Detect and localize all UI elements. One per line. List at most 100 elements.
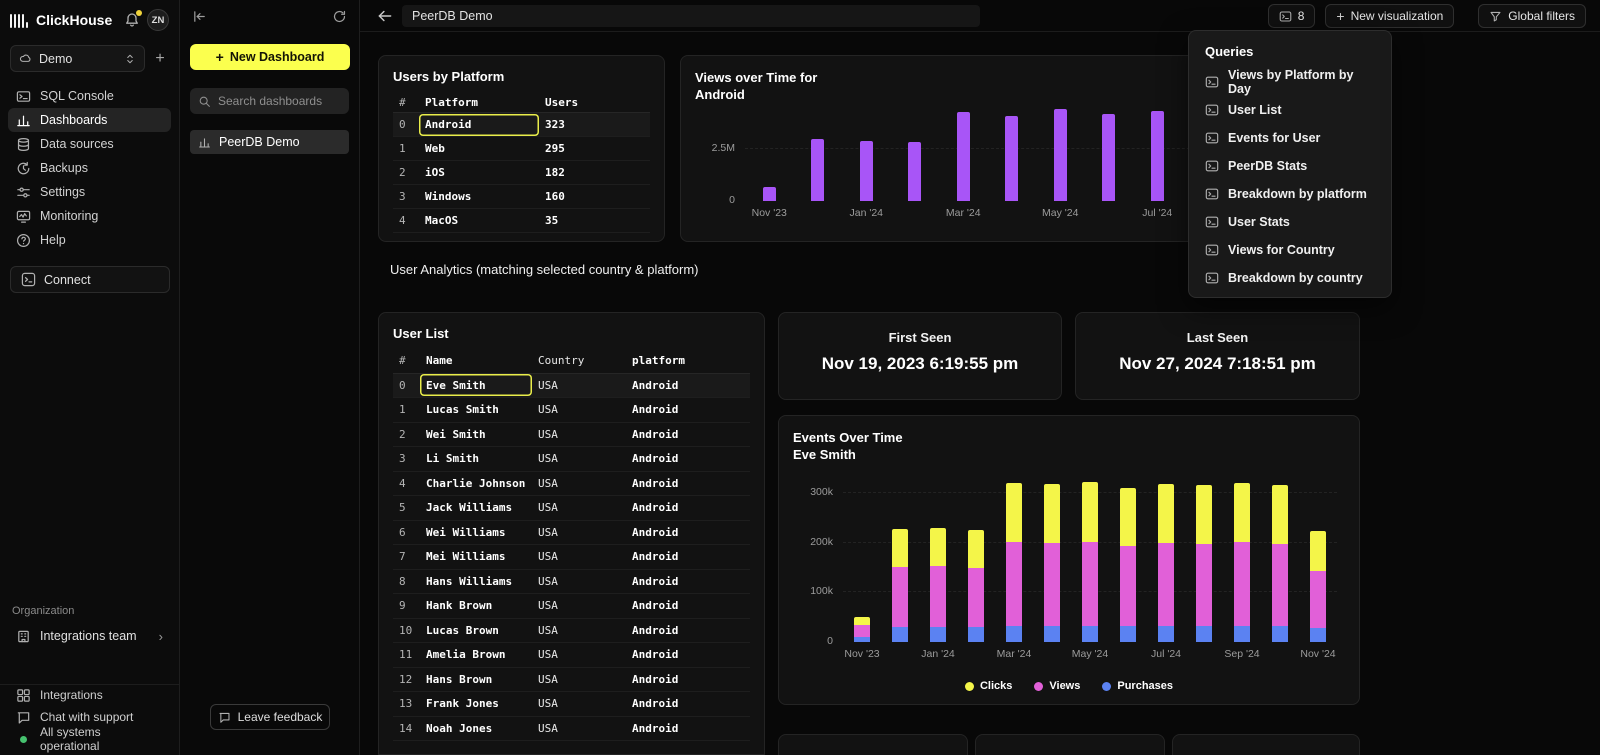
table-cell[interactable]: 182	[539, 166, 650, 179]
table-cell[interactable]: USA	[532, 599, 626, 612]
table-cell[interactable]: Android	[626, 624, 750, 637]
table-cell[interactable]: 13	[393, 697, 420, 710]
table-cell[interactable]: Android	[626, 526, 750, 539]
table-cell[interactable]: Windows	[419, 190, 539, 203]
table-cell[interactable]: 3	[393, 452, 420, 465]
chart-bar[interactable]	[957, 112, 970, 201]
leave-feedback-button[interactable]: Leave feedback	[210, 704, 330, 730]
queries-menu-item-peerdb-stats[interactable]: PeerDB Stats	[1189, 152, 1391, 180]
chart-bar[interactable]	[763, 187, 776, 201]
notifications-bell-icon[interactable]	[124, 12, 141, 29]
column-header[interactable]: platform	[626, 354, 750, 367]
table-row[interactable]: 12Hans BrownUSAAndroid	[393, 668, 750, 693]
chart-bar[interactable]	[1005, 116, 1018, 201]
table-cell[interactable]: Hans Williams	[420, 575, 532, 588]
legend-item-purchases[interactable]: Purchases	[1102, 680, 1173, 692]
chart-bar[interactable]	[1196, 468, 1212, 642]
table-cell[interactable]: 4	[393, 477, 420, 490]
table-cell[interactable]: Charlie Johnson	[420, 477, 532, 490]
avatar[interactable]: ZN	[147, 9, 169, 31]
sidebar-item-help[interactable]: Help	[8, 228, 171, 252]
service-selector[interactable]: Demo	[10, 45, 145, 72]
table-cell[interactable]: Android	[626, 428, 750, 441]
table-row[interactable]: 4MacOS35	[393, 209, 650, 233]
sidebar-footer-all-systems-operational[interactable]: All systems operational	[8, 728, 171, 750]
table-cell[interactable]: 8	[393, 575, 420, 588]
chart-bar[interactable]	[860, 141, 873, 201]
legend-item-views[interactable]: Views	[1034, 680, 1080, 692]
queries-menu-item-breakdown-by-country[interactable]: Breakdown by country	[1189, 264, 1391, 292]
table-row[interactable]: 14Noah JonesUSAAndroid	[393, 717, 750, 742]
chart-bar[interactable]	[854, 468, 870, 642]
sidebar-item-dashboards[interactable]: Dashboards	[8, 108, 171, 132]
table-cell[interactable]: USA	[532, 379, 626, 392]
table-cell[interactable]: USA	[532, 550, 626, 563]
table-cell[interactable]: USA	[532, 697, 626, 710]
sidebar-item-data-sources[interactable]: Data sources	[8, 132, 171, 156]
table-cell[interactable]: 160	[539, 190, 650, 203]
table-cell[interactable]: USA	[532, 477, 626, 490]
table-cell[interactable]: Android	[419, 114, 539, 136]
table-cell[interactable]: Android	[626, 550, 750, 563]
table-cell[interactable]: 295	[539, 142, 650, 155]
dashboard-title-input[interactable]: PeerDB Demo	[402, 5, 980, 27]
legend-item-clicks[interactable]: Clicks	[965, 680, 1012, 692]
table-cell[interactable]: 323	[539, 118, 650, 131]
chart-bar[interactable]	[1310, 468, 1326, 642]
table-row[interactable]: 7Mei WilliamsUSAAndroid	[393, 545, 750, 570]
sidebar-item-monitoring[interactable]: Monitoring	[8, 204, 171, 228]
queries-menu-item-views-for-country[interactable]: Views for Country	[1189, 236, 1391, 264]
table-cell[interactable]: MacOS	[419, 214, 539, 227]
sidebar-item-backups[interactable]: Backups	[8, 156, 171, 180]
table-cell[interactable]: Wei Smith	[420, 428, 532, 441]
collapse-sidebar-icon[interactable]	[192, 9, 207, 24]
table-cell[interactable]: USA	[532, 575, 626, 588]
table-cell[interactable]: Android	[626, 501, 750, 514]
sidebar-footer-integrations[interactable]: Integrations	[8, 684, 171, 706]
chart-bar[interactable]	[1006, 468, 1022, 642]
table-cell[interactable]: Android	[626, 452, 750, 465]
table-row[interactable]: 3Windows160	[393, 185, 650, 209]
table-cell[interactable]: 1	[393, 142, 419, 155]
table-cell[interactable]: Eve Smith	[420, 374, 532, 396]
chart-bar[interactable]	[930, 468, 946, 642]
table-cell[interactable]: Hans Brown	[420, 673, 532, 686]
dashboards-search[interactable]	[190, 88, 349, 114]
partial-card[interactable]	[975, 734, 1165, 755]
table-cell[interactable]: 6	[393, 526, 420, 539]
column-header[interactable]: Platform	[419, 96, 539, 109]
table-row[interactable]: 0Android323	[393, 113, 650, 137]
queries-menu-item-user-list[interactable]: User List	[1189, 96, 1391, 124]
table-cell[interactable]: Android	[626, 673, 750, 686]
queries-menu-item-user-stats[interactable]: User Stats	[1189, 208, 1391, 236]
table-cell[interactable]: USA	[532, 452, 626, 465]
column-header[interactable]: Country	[532, 354, 626, 367]
table-row[interactable]: 8Hans WilliamsUSAAndroid	[393, 570, 750, 595]
table-cell[interactable]: 10	[393, 624, 420, 637]
table-cell[interactable]: Jack Williams	[420, 501, 532, 514]
new-visualization-button[interactable]: + New visualization	[1325, 4, 1454, 28]
column-header[interactable]: #	[393, 354, 420, 367]
chart-bar[interactable]	[1102, 114, 1115, 201]
table-row[interactable]: 11Amelia BrownUSAAndroid	[393, 643, 750, 668]
table-cell[interactable]: 5	[393, 501, 420, 514]
table-row[interactable]: 5Jack WilliamsUSAAndroid	[393, 496, 750, 521]
table-row[interactable]: 1Lucas SmithUSAAndroid	[393, 398, 750, 423]
table-cell[interactable]: USA	[532, 648, 626, 661]
table-cell[interactable]: Android	[626, 575, 750, 588]
table-cell[interactable]: 9	[393, 599, 420, 612]
table-cell[interactable]: 4	[393, 214, 419, 227]
connect-button[interactable]: Connect	[10, 266, 170, 293]
new-dashboard-button[interactable]: + New Dashboard	[190, 44, 350, 70]
table-cell[interactable]: USA	[532, 428, 626, 441]
table-cell[interactable]: Lucas Brown	[420, 624, 532, 637]
table-cell[interactable]: 0	[393, 379, 420, 392]
table-cell[interactable]: Web	[419, 142, 539, 155]
table-row[interactable]: 9Hank BrownUSAAndroid	[393, 594, 750, 619]
table-cell[interactable]: 1	[393, 403, 420, 416]
column-header[interactable]: #	[393, 96, 419, 109]
table-cell[interactable]: Wei Williams	[420, 526, 532, 539]
table-cell[interactable]: 7	[393, 550, 420, 563]
add-service-button[interactable]: +	[151, 50, 169, 68]
table-cell[interactable]: Lucas Smith	[420, 403, 532, 416]
